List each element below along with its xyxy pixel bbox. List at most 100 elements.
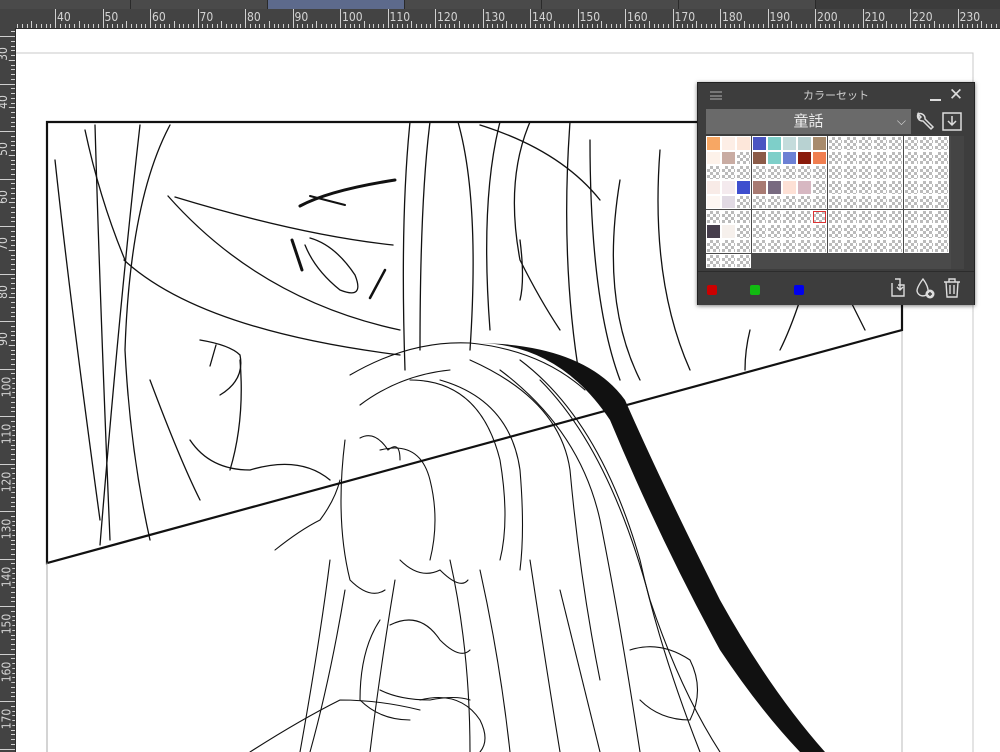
empty-swatch[interactable]	[827, 180, 843, 195]
empty-swatch[interactable]	[903, 180, 919, 195]
empty-swatch[interactable]	[766, 194, 782, 210]
empty-swatch[interactable]	[736, 224, 752, 239]
empty-swatch[interactable]	[812, 209, 828, 225]
empty-swatch[interactable]	[797, 238, 813, 254]
color-swatch[interactable]	[782, 180, 797, 195]
empty-swatch[interactable]	[797, 194, 813, 210]
empty-swatch[interactable]	[903, 165, 919, 180]
swatch-scrollbar[interactable]	[951, 136, 964, 269]
document-tab[interactable]	[0, 0, 131, 9]
color-swatch[interactable]	[706, 194, 721, 210]
color-swatch[interactable]	[706, 150, 721, 166]
empty-swatch[interactable]	[736, 150, 752, 166]
color-swatch[interactable]	[721, 194, 737, 210]
document-tab[interactable]	[679, 0, 816, 9]
empty-swatch[interactable]	[782, 224, 797, 239]
menu-icon[interactable]	[710, 91, 722, 100]
empty-swatch[interactable]	[706, 209, 721, 225]
empty-swatch[interactable]	[903, 150, 919, 166]
color-set-dropdown[interactable]: 童話 ⌵	[706, 109, 911, 134]
empty-swatch[interactable]	[736, 238, 752, 254]
empty-swatch[interactable]	[721, 209, 737, 225]
empty-swatch[interactable]	[827, 194, 843, 210]
empty-swatch[interactable]	[827, 136, 843, 151]
empty-swatch[interactable]	[873, 209, 889, 225]
trash-icon[interactable]	[941, 277, 963, 299]
empty-swatch[interactable]	[812, 238, 828, 254]
color-swatch[interactable]	[721, 180, 737, 195]
empty-swatch[interactable]	[888, 194, 904, 210]
empty-swatch[interactable]	[903, 224, 919, 239]
empty-swatch[interactable]	[782, 194, 797, 210]
empty-swatch[interactable]	[706, 238, 721, 254]
close-icon[interactable]: ✕	[948, 86, 964, 104]
color-swatch[interactable]	[721, 224, 737, 239]
empty-swatch[interactable]	[934, 238, 949, 254]
import-icon[interactable]	[941, 110, 963, 132]
empty-swatch[interactable]	[888, 224, 904, 239]
color-swatch[interactable]	[736, 180, 752, 195]
main-color-chip[interactable]	[707, 285, 717, 295]
empty-swatch[interactable]	[858, 209, 873, 225]
replace-color-icon[interactable]	[887, 277, 909, 299]
empty-swatch[interactable]	[842, 224, 858, 239]
empty-swatch[interactable]	[706, 165, 721, 180]
empty-swatch[interactable]	[934, 165, 949, 180]
empty-swatch[interactable]	[766, 224, 782, 239]
empty-swatch[interactable]	[842, 150, 858, 166]
empty-swatch[interactable]	[721, 165, 737, 180]
empty-swatch[interactable]	[827, 209, 843, 225]
sub-color-chip[interactable]	[750, 285, 760, 295]
color-swatch[interactable]	[797, 180, 813, 195]
empty-swatch[interactable]	[797, 165, 813, 180]
color-swatch[interactable]	[766, 150, 782, 166]
empty-swatch[interactable]	[812, 224, 828, 239]
empty-swatch[interactable]	[721, 238, 737, 254]
empty-swatch[interactable]	[827, 150, 843, 166]
empty-swatch[interactable]	[918, 238, 934, 254]
empty-swatch[interactable]	[842, 209, 858, 225]
empty-swatch[interactable]	[858, 238, 873, 254]
document-tab[interactable]	[131, 0, 268, 9]
vertical-ruler[interactable]: 30 40 50 60 70 80 90 100 110 120 130 140 150 160 170	[0, 28, 16, 752]
empty-swatch[interactable]	[934, 136, 949, 151]
empty-swatch[interactable]	[903, 194, 919, 210]
empty-swatch[interactable]	[918, 209, 934, 225]
empty-swatch[interactable]	[782, 238, 797, 254]
empty-swatch[interactable]	[858, 180, 873, 195]
color-swatch[interactable]	[797, 150, 813, 166]
empty-swatch[interactable]	[766, 209, 782, 225]
empty-swatch[interactable]	[782, 165, 797, 180]
empty-swatch[interactable]	[918, 165, 934, 180]
empty-swatch[interactable]	[736, 209, 752, 225]
empty-swatch[interactable]	[827, 165, 843, 180]
document-tab[interactable]	[542, 0, 679, 9]
empty-swatch[interactable]	[888, 165, 904, 180]
empty-swatch[interactable]	[918, 150, 934, 166]
color-swatch[interactable]	[766, 180, 782, 195]
color-swatch[interactable]	[782, 136, 797, 151]
empty-swatch[interactable]	[888, 150, 904, 166]
empty-swatch[interactable]	[934, 180, 949, 195]
empty-swatch[interactable]	[903, 238, 919, 254]
empty-swatch[interactable]	[797, 224, 813, 239]
empty-swatch[interactable]	[918, 136, 934, 151]
empty-swatch[interactable]	[873, 194, 889, 210]
color-swatch[interactable]	[812, 150, 828, 166]
empty-swatch[interactable]	[934, 194, 949, 210]
empty-swatch[interactable]	[873, 165, 889, 180]
document-tab[interactable]	[405, 0, 542, 9]
add-color-icon[interactable]	[914, 277, 936, 299]
empty-swatch[interactable]	[842, 136, 858, 151]
empty-swatch[interactable]	[706, 253, 721, 269]
empty-swatch[interactable]	[766, 165, 782, 180]
color-swatch[interactable]	[812, 136, 828, 151]
color-swatch[interactable]	[706, 224, 721, 239]
color-swatch[interactable]	[766, 136, 782, 151]
color-swatch[interactable]	[751, 150, 767, 166]
color-swatch[interactable]	[782, 150, 797, 166]
empty-swatch[interactable]	[873, 136, 889, 151]
empty-swatch[interactable]	[918, 194, 934, 210]
color-swatch[interactable]	[736, 136, 752, 151]
empty-swatch[interactable]	[888, 136, 904, 151]
